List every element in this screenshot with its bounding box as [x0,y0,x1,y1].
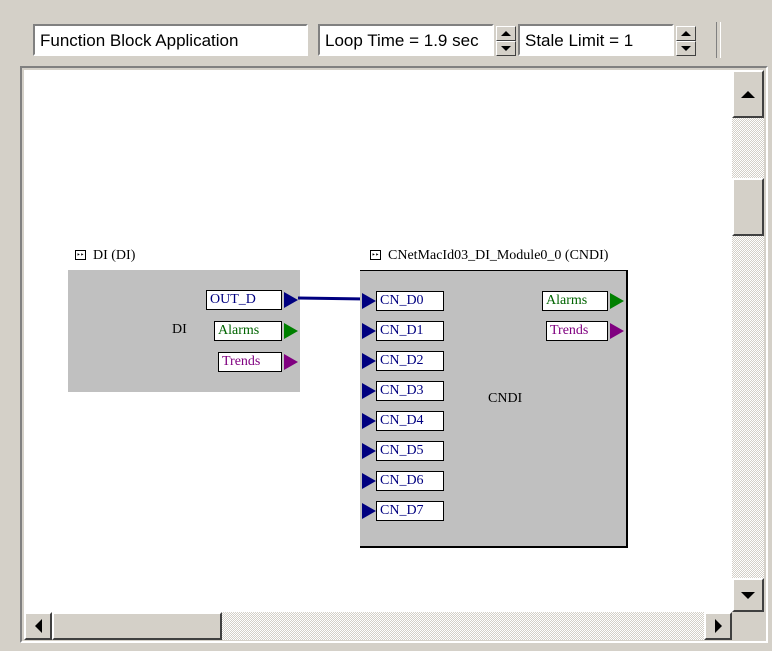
input-arrow-icon [362,383,376,399]
stale-limit-field[interactable]: Stale Limit = 1 [518,24,674,56]
cndi-input-port[interactable]: CN_D0 [376,291,444,311]
input-arrow-icon [362,323,376,339]
application-name-field[interactable]: Function Block Application [33,24,308,56]
cndi-input-port[interactable]: CN_D7 [376,501,444,521]
cndi-input-port[interactable]: CN_D3 [376,381,444,401]
scroll-left-button[interactable] [24,612,52,640]
cndi-block-label: CNDI [488,391,523,406]
connection-wire[interactable] [297,296,367,301]
input-arrow-icon [362,443,376,459]
cndi-function-block[interactable]: CN_D0 CN_D1 CN_D2 CN_D3 CN_D4 CN_D5 CN_D… [360,270,628,548]
arrow-up-icon [741,90,755,98]
alarms-arrow-icon [610,293,624,309]
input-arrow-icon [362,293,376,309]
stale-limit-up-button[interactable] [676,26,696,41]
cndi-input-port[interactable]: CN_D1 [376,321,444,341]
stale-limit-down-button[interactable] [676,41,696,56]
loop-time-field[interactable]: Loop Time = 1.9 sec [318,24,494,56]
toolbar-separator [716,22,721,58]
loop-time-down-button[interactable] [496,41,516,56]
scroll-right-button[interactable] [704,612,732,640]
scrollbar-corner [732,612,764,640]
input-arrow-icon [362,353,376,369]
arrow-up-icon [501,31,511,36]
cndi-input-port[interactable]: CN_D2 [376,351,444,371]
arrow-down-icon [501,46,511,51]
cndi-trends-port[interactable]: Trends [546,321,608,341]
vertical-scroll-thumb[interactable] [732,178,764,236]
arrow-down-icon [681,46,691,51]
scroll-down-button[interactable] [732,578,764,612]
horizontal-scroll-thumb[interactable] [52,612,222,640]
cndi-input-port[interactable]: CN_D6 [376,471,444,491]
stale-limit-spinner[interactable] [676,26,696,56]
input-arrow-icon [362,413,376,429]
diagram-canvas[interactable]: ▸▸ DI (DI) OUT_D DI Alarms Trends ▸▸ CNe… [24,70,732,612]
horizontal-scrollbar[interactable] [24,612,732,640]
cndi-input-port[interactable]: CN_D5 [376,441,444,461]
input-arrow-icon [362,473,376,489]
cndi-alarms-port[interactable]: Alarms [542,291,608,311]
cndi-input-port[interactable]: CN_D4 [376,411,444,431]
arrow-down-icon [741,591,755,599]
arrow-up-icon [681,31,691,36]
vertical-scrollbar[interactable] [732,70,764,612]
cndi-block-title: CNetMacId03_DI_Module0_0 (CNDI) [388,248,609,263]
block-menu-icon[interactable]: ▸▸ [370,250,381,260]
arrow-right-icon [714,619,722,633]
loop-time-spinner[interactable] [496,26,516,56]
scroll-up-button[interactable] [732,70,764,118]
arrow-left-icon [34,619,42,633]
input-arrow-icon [362,503,376,519]
loop-time-up-button[interactable] [496,26,516,41]
toolbar: Function Block Application Loop Time = 1… [0,0,772,64]
trends-arrow-icon [610,323,624,339]
